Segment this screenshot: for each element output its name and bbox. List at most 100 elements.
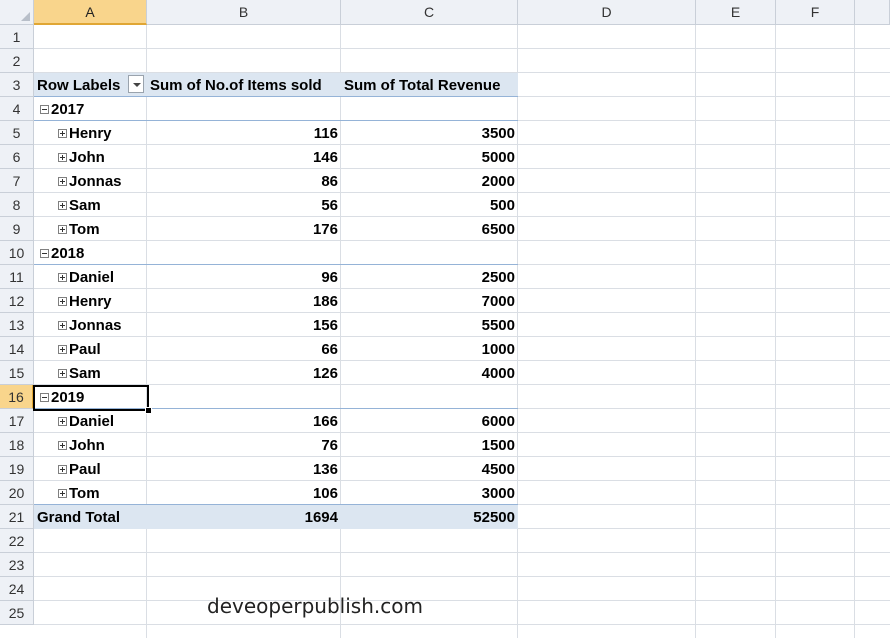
row-header-14[interactable]: 14 xyxy=(0,337,34,361)
pivot-revenue-value: 4500 xyxy=(481,460,515,478)
expand-plus-icon[interactable] xyxy=(58,176,67,186)
pivot-items-sold-value: 156 xyxy=(312,316,338,334)
spreadsheet-grid[interactable]: ABCDEF 1 2 3 4 5 6 7 8 9 10 11 12 13 14 15 16 17 18 19 20 21… xyxy=(0,0,890,638)
active-cell-selection[interactable] xyxy=(33,385,149,411)
gridline-row xyxy=(34,624,890,625)
pivot-item-row[interactable]: Sam xyxy=(58,193,147,217)
gridline-row xyxy=(34,48,890,49)
row-header-6[interactable]: 6 xyxy=(0,145,34,169)
pivot-item-name: John xyxy=(69,148,105,166)
row-header-12[interactable]: 12 xyxy=(0,289,34,313)
pivot-item-name: Tom xyxy=(69,484,100,502)
row-header-13[interactable]: 13 xyxy=(0,313,34,337)
pivot-item-row[interactable]: Sam xyxy=(58,361,147,385)
pivot-revenue-value: 2000 xyxy=(481,172,515,190)
pivot-revenue-value: 500 xyxy=(489,196,515,214)
row-header-22[interactable]: 22 xyxy=(0,529,34,553)
collapse-minus-icon[interactable] xyxy=(40,248,49,258)
expand-plus-icon[interactable] xyxy=(58,344,67,354)
row-header-10[interactable]: 10 xyxy=(0,241,34,265)
pivot-item-name: Jonnas xyxy=(69,172,122,190)
pivot-items-sold-value: 86 xyxy=(321,172,338,190)
pivot-item-row[interactable]: Jonnas xyxy=(58,313,147,337)
pivot-item-row[interactable]: Tom xyxy=(58,217,147,241)
row-header-2[interactable]: 2 xyxy=(0,49,34,73)
expand-plus-icon[interactable] xyxy=(58,152,67,162)
row-header-3[interactable]: 3 xyxy=(0,73,34,97)
row-header-23[interactable]: 23 xyxy=(0,553,34,577)
column-header-d[interactable]: D xyxy=(518,0,696,25)
row-header-9[interactable]: 9 xyxy=(0,217,34,241)
pivot-item-row[interactable]: Jonnas xyxy=(58,169,147,193)
expand-plus-icon[interactable] xyxy=(58,416,67,426)
row-header-25[interactable]: 25 xyxy=(0,601,34,625)
pivot-item-row[interactable]: Paul xyxy=(58,337,147,361)
pivot-revenue-value: 2500 xyxy=(481,268,515,286)
expand-plus-icon[interactable] xyxy=(58,296,67,306)
row-header-17[interactable]: 17 xyxy=(0,409,34,433)
row-header-15[interactable]: 15 xyxy=(0,361,34,385)
expand-plus-icon[interactable] xyxy=(58,200,67,210)
row-header-19[interactable]: 19 xyxy=(0,457,34,481)
gridline-row xyxy=(34,600,890,601)
pivot-item-name: Sam xyxy=(69,196,101,214)
pivot-revenue-value: 6000 xyxy=(481,412,515,430)
column-header-c[interactable]: C xyxy=(341,0,518,25)
row-header-8[interactable]: 8 xyxy=(0,193,34,217)
pivot-revenue-value: 5500 xyxy=(481,316,515,334)
column-header-f[interactable]: F xyxy=(776,0,855,25)
pivot-revenue-value: 6500 xyxy=(481,220,515,238)
collapse-minus-icon[interactable] xyxy=(40,104,49,114)
pivot-items-sold-value: 76 xyxy=(321,436,338,454)
expand-plus-icon[interactable] xyxy=(58,464,67,474)
row-header-18[interactable]: 18 xyxy=(0,433,34,457)
pivot-year-row[interactable]: 2018 xyxy=(40,241,147,265)
row-header-7[interactable]: 7 xyxy=(0,169,34,193)
pivot-revenue-value: 4000 xyxy=(481,364,515,382)
pivot-item-name: Tom xyxy=(69,220,100,238)
gridline-column xyxy=(775,25,776,638)
pivot-items-sold-value: 166 xyxy=(312,412,338,430)
expand-plus-icon[interactable] xyxy=(58,128,67,138)
expand-plus-icon[interactable] xyxy=(58,272,67,282)
row-header-20[interactable]: 20 xyxy=(0,481,34,505)
expand-plus-icon[interactable] xyxy=(58,440,67,450)
pivot-year-label: 2018 xyxy=(51,244,85,262)
select-all-corner[interactable] xyxy=(0,0,34,25)
pivot-item-row[interactable]: John xyxy=(58,433,147,457)
pivot-item-row[interactable]: Henry xyxy=(58,121,147,145)
row-labels-filter-dropdown-icon[interactable] xyxy=(128,75,144,93)
pivot-items-sold-value: 106 xyxy=(312,484,338,502)
pivot-item-name: Henry xyxy=(69,124,112,142)
column-header-g-partial[interactable] xyxy=(855,0,890,25)
pivot-year-label: 2017 xyxy=(51,100,85,118)
row-header-24[interactable]: 24 xyxy=(0,577,34,601)
pivot-item-name: Daniel xyxy=(69,412,115,430)
pivot-item-row[interactable]: John xyxy=(58,145,147,169)
row-header-1[interactable]: 1 xyxy=(0,25,34,49)
row-header-16[interactable]: 16 xyxy=(0,385,34,409)
fill-handle[interactable] xyxy=(145,407,152,414)
pivot-year-row[interactable]: 2017 xyxy=(40,97,147,121)
expand-plus-icon[interactable] xyxy=(58,488,67,498)
row-header-11[interactable]: 11 xyxy=(0,265,34,289)
pivot-item-row[interactable]: Henry xyxy=(58,289,147,313)
pivot-item-row[interactable]: Paul xyxy=(58,457,147,481)
expand-plus-icon[interactable] xyxy=(58,320,67,330)
column-header-e[interactable]: E xyxy=(696,0,776,25)
watermark-text: deveoperpublish.com xyxy=(207,594,423,618)
pivot-item-row[interactable]: Tom xyxy=(58,481,147,505)
pivot-item-row[interactable]: Daniel xyxy=(58,265,147,289)
row-header-4[interactable]: 4 xyxy=(0,97,34,121)
column-header-a[interactable]: A xyxy=(34,0,147,25)
expand-plus-icon[interactable] xyxy=(58,368,67,378)
pivot-items-sold-value: 56 xyxy=(321,196,338,214)
gridline-column xyxy=(854,25,855,638)
row-header-5[interactable]: 5 xyxy=(0,121,34,145)
expand-plus-icon[interactable] xyxy=(58,224,67,234)
pivot-item-name: Daniel xyxy=(69,268,115,286)
pivot-item-row[interactable]: Daniel xyxy=(58,409,147,433)
row-header-21[interactable]: 21 xyxy=(0,505,34,529)
column-header-b[interactable]: B xyxy=(147,0,341,25)
pivot-item-name: Sam xyxy=(69,364,101,382)
